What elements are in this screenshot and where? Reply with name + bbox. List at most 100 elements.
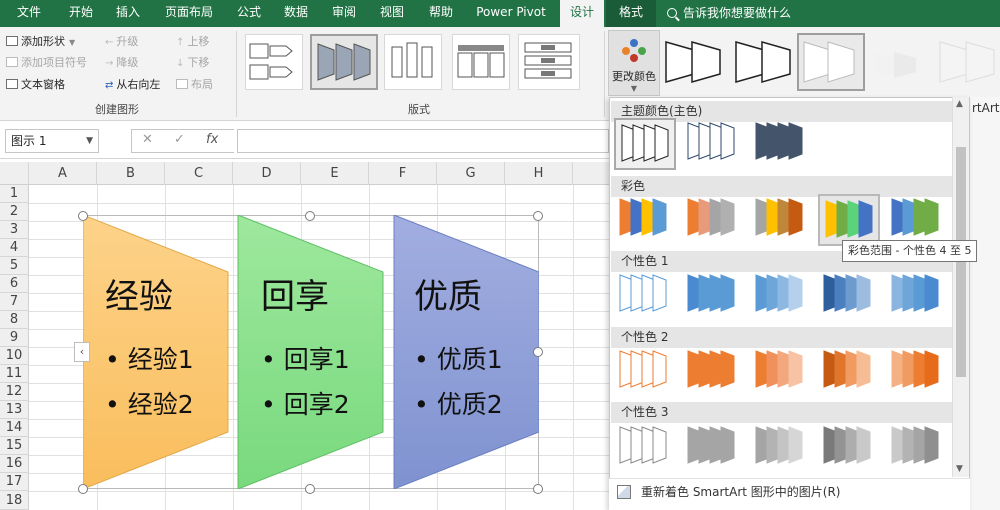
tell-me-search[interactable]: 告诉我你想要做什么 [667, 0, 791, 27]
tab-help[interactable]: 帮助 [416, 0, 466, 27]
resize-handle[interactable] [305, 211, 315, 221]
scroll-up-icon[interactable]: ▲ [956, 99, 963, 109]
color-swatch-option[interactable] [750, 422, 812, 474]
column-header[interactable]: B [97, 162, 165, 185]
tab-home[interactable]: 开始 [58, 0, 104, 27]
color-swatch-option[interactable] [614, 422, 676, 474]
add-bullet-button[interactable]: 添加项目符号 [6, 55, 87, 71]
color-swatch-option[interactable] [818, 422, 880, 474]
column-header[interactable]: E [301, 162, 369, 185]
row-header[interactable]: 15 [0, 437, 29, 455]
resize-handle[interactable] [533, 484, 543, 494]
column-header[interactable]: H [505, 162, 573, 185]
tab-design[interactable]: 设计 [560, 0, 604, 27]
layout-thumb-4[interactable] [452, 34, 510, 90]
row-header[interactable]: 18 [0, 491, 29, 510]
tab-data[interactable]: 数据 [272, 0, 320, 27]
smartart-styles-gallery[interactable] [662, 30, 1000, 94]
tab-formulas[interactable]: 公式 [226, 0, 272, 27]
resize-handle[interactable] [533, 347, 543, 357]
color-swatch-option[interactable] [886, 270, 948, 322]
color-swatch-option[interactable] [750, 346, 812, 398]
color-swatch-option[interactable] [682, 118, 744, 170]
text-pane-toggle-button[interactable]: ‹ [74, 342, 90, 362]
color-swatch-option[interactable] [818, 194, 880, 246]
resize-handle[interactable] [305, 484, 315, 494]
row-header[interactable]: 5 [0, 257, 29, 275]
color-swatch-option[interactable] [750, 118, 812, 170]
row-header[interactable]: 9 [0, 329, 29, 347]
dropdown-scrollbar[interactable]: ▲ ▼ [952, 97, 969, 477]
name-box[interactable]: 图示 1 ▼ [5, 129, 99, 153]
layout-thumb-2-selected[interactable] [310, 34, 378, 90]
text-pane-button[interactable]: 文本窗格 [6, 77, 65, 93]
column-header[interactable]: A [29, 162, 97, 185]
color-swatch-option[interactable] [682, 346, 744, 398]
row-header[interactable]: 3 [0, 221, 29, 239]
tab-file[interactable]: 文件 [0, 0, 58, 27]
recolor-pictures-option[interactable]: 重新着色 SmartArt 图形中的图片(R) [609, 478, 970, 510]
resize-handle[interactable] [78, 484, 88, 494]
smartart-graphic[interactable]: 经验 • 经验1 • 经验2 回享 • 回享1 • 回享2 优质 • 优质1 •… [83, 215, 539, 489]
promote-button[interactable]: ← 升级 [105, 34, 138, 51]
scroll-down-icon[interactable]: ▼ [956, 464, 963, 474]
scrollbar-thumb[interactable] [956, 147, 966, 377]
cancel-icon[interactable]: ✕ [142, 132, 153, 147]
row-header[interactable]: 8 [0, 311, 29, 329]
row-header[interactable]: 2 [0, 203, 29, 221]
color-swatch-option[interactable] [614, 270, 676, 322]
demote-label: 降级 [116, 56, 139, 69]
color-swatch-option[interactable] [886, 346, 948, 398]
row-header[interactable]: 16 [0, 455, 29, 473]
demote-button[interactable]: → 降级 [105, 55, 138, 72]
select-all-corner[interactable] [0, 162, 29, 185]
row-header[interactable]: 4 [0, 239, 29, 257]
color-swatch-option[interactable] [682, 194, 744, 246]
color-swatch-option[interactable] [682, 270, 744, 322]
color-swatch-option[interactable] [614, 346, 676, 398]
row-header[interactable]: 1 [0, 185, 29, 203]
color-swatch-option[interactable] [614, 118, 676, 170]
column-header[interactable]: F [369, 162, 437, 185]
move-up-button[interactable]: ↑ 上移 [176, 34, 209, 51]
column-header[interactable]: C [165, 162, 233, 185]
color-swatch-option[interactable] [886, 194, 948, 246]
row-header[interactable]: 10 [0, 347, 29, 365]
resize-handle[interactable] [533, 211, 543, 221]
tab-power-pivot[interactable]: Power Pivot [466, 0, 556, 27]
color-swatch-option[interactable] [614, 194, 676, 246]
color-swatch-option[interactable] [886, 422, 948, 474]
layout-thumb-1[interactable] [245, 34, 303, 90]
add-shape-button[interactable]: 添加形状 ▼ [6, 34, 75, 51]
tab-page-layout[interactable]: 页面布局 [152, 0, 226, 27]
layout-thumb-5[interactable] [518, 34, 580, 90]
color-swatch-option[interactable] [818, 346, 880, 398]
tab-insert[interactable]: 插入 [104, 0, 152, 27]
layout-thumb-3[interactable] [384, 34, 442, 90]
color-swatch-option[interactable] [750, 194, 812, 246]
enter-icon[interactable]: ✓ [174, 132, 185, 147]
row-header[interactable]: 13 [0, 401, 29, 419]
column-header[interactable]: D [233, 162, 301, 185]
row-header[interactable]: 7 [0, 293, 29, 311]
row-header[interactable]: 11 [0, 365, 29, 383]
tab-review[interactable]: 审阅 [320, 0, 368, 27]
change-colors-button[interactable]: 更改颜色 ▼ [608, 30, 660, 96]
row-header[interactable]: 14 [0, 419, 29, 437]
tab-view[interactable]: 视图 [368, 0, 416, 27]
right-to-left-button[interactable]: ⇄ 从右向左 [105, 77, 160, 94]
row-header[interactable]: 6 [0, 275, 29, 293]
column-header[interactable]: G [437, 162, 505, 185]
row-header[interactable]: 17 [0, 473, 29, 491]
color-swatch-option[interactable] [818, 270, 880, 322]
layout-button[interactable]: 布局 [176, 77, 213, 93]
move-down-button[interactable]: ↓ 下移 [176, 55, 209, 72]
resize-handle[interactable] [78, 211, 88, 221]
color-swatch-option[interactable] [682, 422, 744, 474]
formula-input[interactable] [237, 129, 609, 153]
tab-format[interactable]: 格式 [606, 0, 656, 27]
color-swatch-option[interactable] [750, 270, 812, 322]
add-shape-label: 添加形状 [21, 35, 65, 48]
row-header[interactable]: 12 [0, 383, 29, 401]
insert-function-button[interactable]: fx [206, 132, 218, 147]
